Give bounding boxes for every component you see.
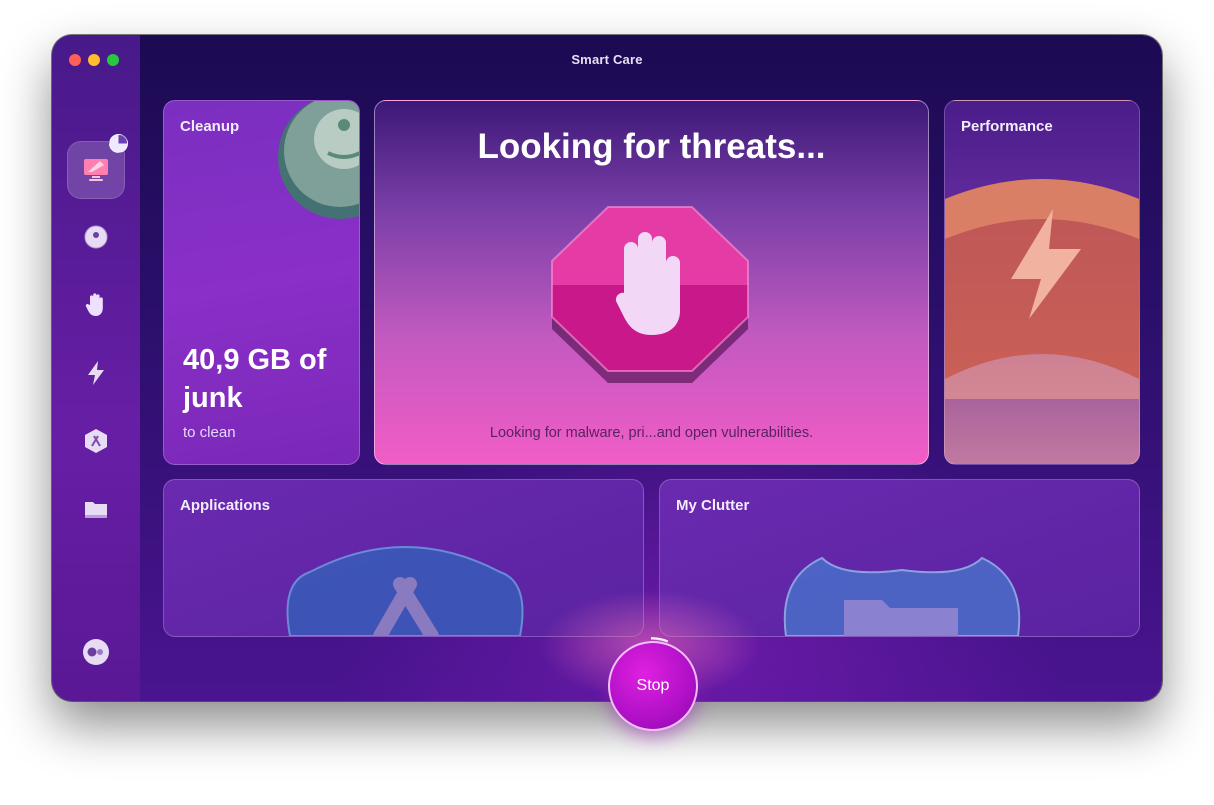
folder-icon (783, 556, 1021, 636)
disc-icon (84, 225, 108, 249)
applications-title: Applications (180, 497, 271, 514)
lightning-icon (88, 361, 104, 385)
stop-button[interactable]: Stop (608, 641, 698, 731)
cleanup-card[interactable]: Cleanup 40,9 GB of junk to clean (163, 100, 360, 465)
folder-icon (85, 502, 107, 518)
progress-badge (109, 134, 128, 153)
hand-icon (85, 293, 103, 316)
threat-scan-title: Looking for threats... (477, 127, 826, 166)
junk-size-value: 40,9 GB of junk (183, 344, 327, 414)
apps-icon (286, 546, 524, 636)
stop-hand-icon (551, 206, 749, 383)
performance-card[interactable]: Performance (944, 100, 1140, 465)
disc-icon (278, 101, 359, 219)
my-clutter-title: My Clutter (676, 497, 750, 514)
sidebar-item-my-clutter[interactable] (82, 496, 110, 524)
threat-scan-card: Looking for threats... Looking for malwa… (374, 100, 929, 465)
sidebar-item-cleanup[interactable] (82, 223, 110, 251)
window-title: Smart Care (571, 52, 643, 67)
sidebar-item-protection[interactable] (82, 291, 110, 319)
apps-icon (85, 429, 107, 453)
assistant-toggle-icon[interactable] (82, 638, 110, 666)
monitor-sweep-icon (82, 156, 110, 184)
threat-scan-description: Looking for malware, pri...and open vuln… (489, 425, 814, 441)
cleanup-title: Cleanup (180, 118, 240, 135)
sidebar-item-performance[interactable] (82, 359, 110, 387)
junk-size-caption: to clean (183, 424, 236, 441)
lightning-icon (945, 179, 1139, 399)
sidebar-item-applications[interactable] (82, 427, 110, 455)
performance-title: Performance (961, 118, 1053, 135)
